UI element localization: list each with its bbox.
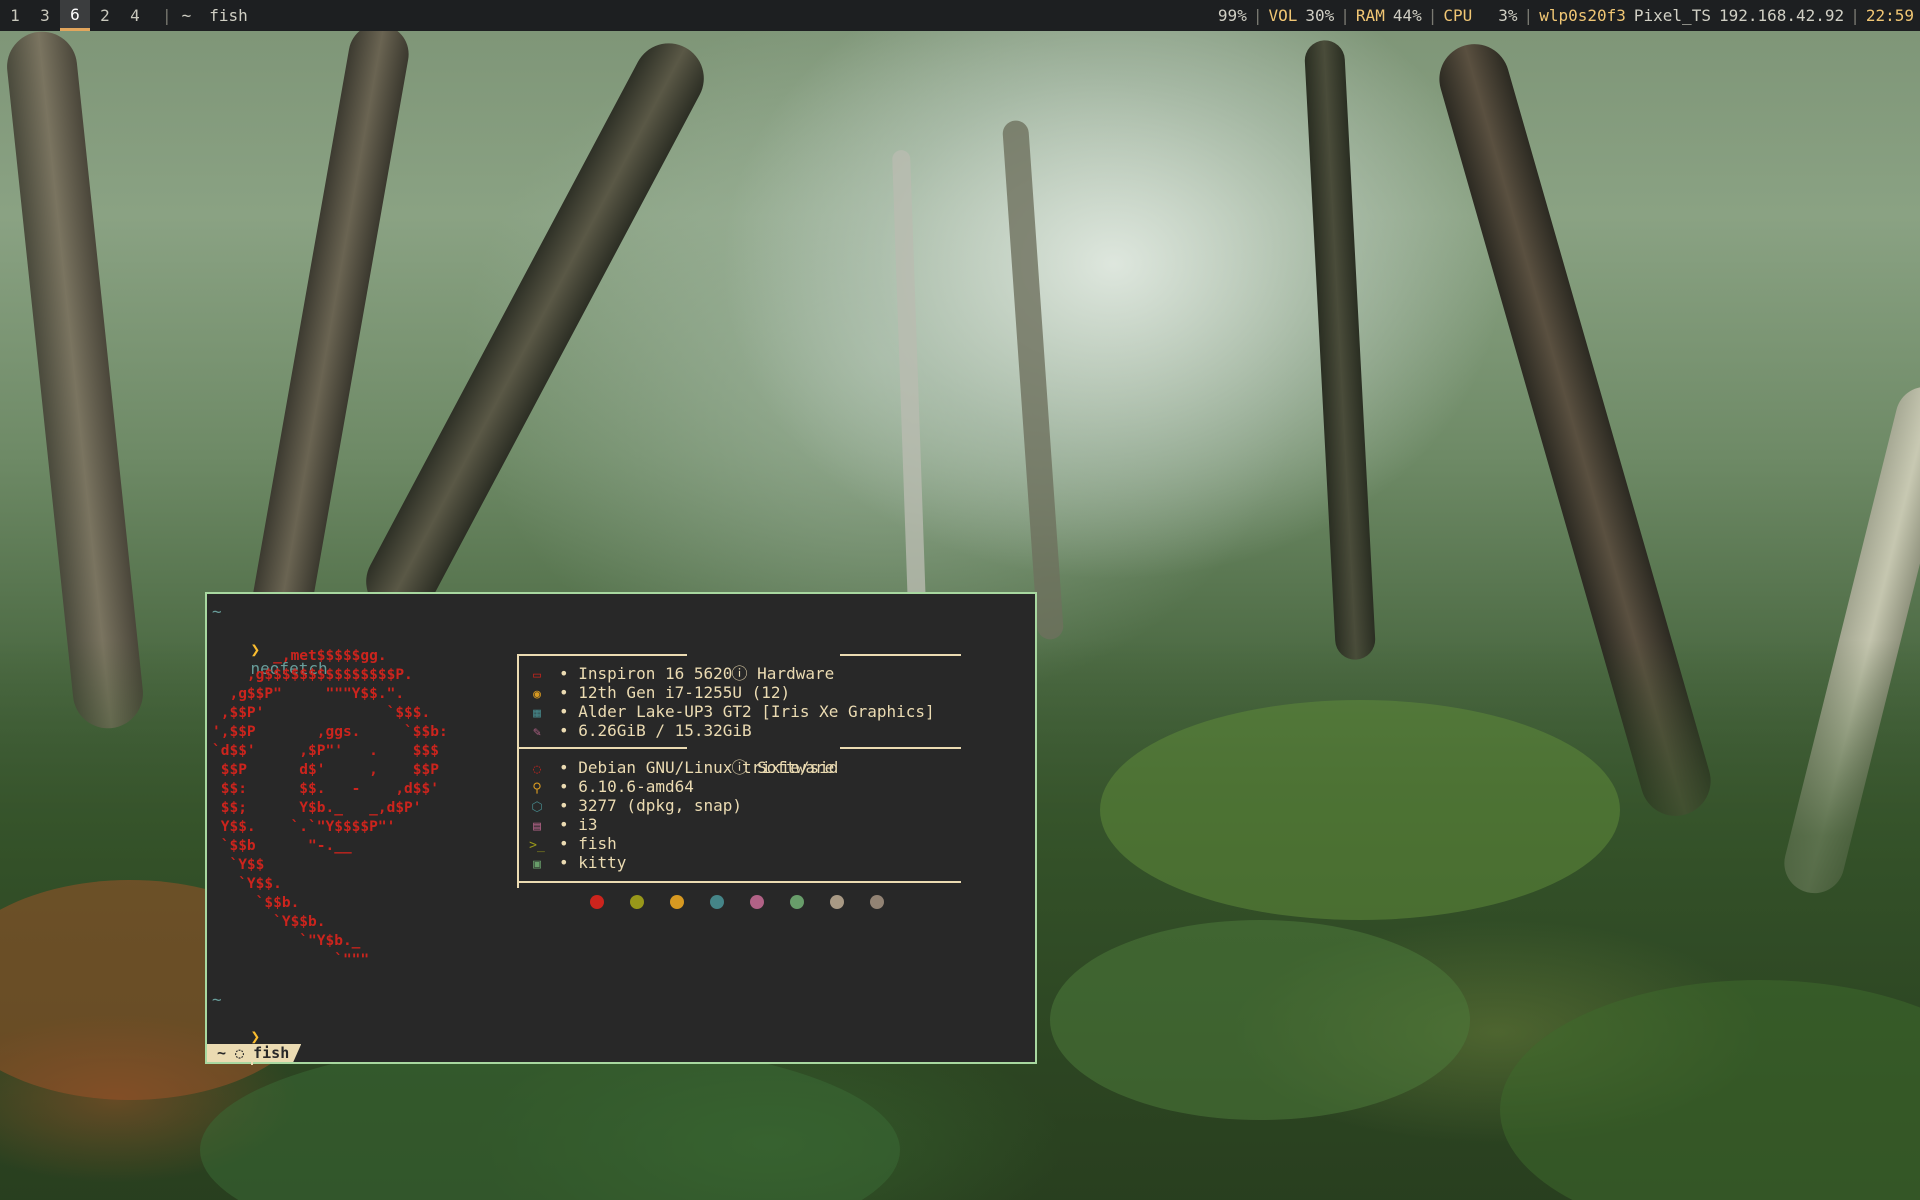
- volume-value[interactable]: 30%: [1305, 0, 1334, 31]
- palette-swatch-1: [630, 895, 644, 909]
- separator: |: [1427, 6, 1438, 25]
- network-ip: 192.168.42.92: [1718, 6, 1845, 25]
- hardware-row: ▦ • Alder Lake-UP3 GT2 [Iris Xe Graphics]: [527, 702, 935, 723]
- hardware-row: ▭ • Inspiron 16 5620: [527, 664, 732, 685]
- ram-value: 44%: [1392, 6, 1422, 25]
- bullet: •: [559, 664, 579, 683]
- hardware-row: ✎ • 6.26GiB / 15.32GiB: [527, 721, 752, 742]
- tab-fish[interactable]: ~ ◌ fish: [207, 1044, 301, 1062]
- bullet: •: [559, 777, 579, 796]
- bullet: •: [559, 683, 579, 702]
- software-row: ⬡ • 3277 (dpkg, snap): [527, 796, 742, 817]
- workspace-1-button[interactable]: 1: [0, 0, 30, 31]
- bullet: •: [559, 758, 579, 777]
- hardware-value: 12th Gen i7-1255U (12): [578, 683, 791, 702]
- software-value: 3277 (dpkg, snap): [578, 796, 743, 815]
- network-ssid: Pixel_TS: [1633, 6, 1711, 25]
- separator: |: [1252, 6, 1263, 25]
- battery-status: 99%: [1217, 6, 1247, 25]
- workspace-2-button[interactable]: 2: [90, 0, 120, 31]
- bullet: •: [559, 815, 579, 834]
- memory-icon: ✎: [533, 725, 541, 740]
- current-directory: ~: [212, 990, 222, 1009]
- color-palette: [590, 895, 884, 909]
- separator: |: [1523, 6, 1534, 25]
- bullet: •: [559, 702, 579, 721]
- separator: |: [162, 6, 172, 25]
- info-icon: ⓘ: [731, 664, 758, 683]
- prev-directory: ~: [212, 602, 222, 621]
- software-value: 6.10.6-amd64: [578, 777, 694, 796]
- hardware-value: Alder Lake-UP3 GT2 [Iris Xe Graphics]: [578, 702, 935, 721]
- bullet: •: [559, 721, 579, 740]
- bullet: •: [559, 834, 579, 853]
- terminal-icon: ▣: [533, 857, 541, 872]
- software-value: i3: [578, 815, 598, 834]
- cpu-value: 3%: [1498, 6, 1518, 25]
- ram-label: RAM: [1355, 6, 1385, 25]
- hardware-value: Inspiron 16 5620: [578, 664, 733, 683]
- terminal-window[interactable]: ~ ❯ neofetch _,met$$$$$gg. ,g$$$$$$$$$$$…: [205, 592, 1037, 1065]
- software-row: ▣ • kitty: [527, 853, 626, 874]
- window-path: ~: [181, 6, 192, 25]
- network-interface: wlp0s20f3: [1539, 6, 1626, 25]
- window-title: fish: [209, 6, 248, 25]
- workspace-3-button[interactable]: 3: [30, 0, 60, 31]
- separator: |: [1340, 6, 1350, 25]
- debian-ascii-logo: _,met$$$$$gg. ,g$$$$$$$$$$$$$$$P. ,g$$P"…: [212, 648, 448, 968]
- workspace-6-button[interactable]: 6: [60, 0, 90, 31]
- separator: |: [1850, 6, 1860, 25]
- bullet: •: [559, 796, 579, 815]
- software-value: Debian GNU/Linux trixie/sid: [578, 758, 839, 777]
- hardware-row: ◉ • 12th Gen i7-1255U (12): [527, 683, 790, 704]
- palette-swatch-3: [710, 895, 724, 909]
- status-bar: 1 3 6 2 4 | ~ fish 99% | VOL 30% | RAM 4…: [0, 0, 1920, 31]
- palette-swatch-5: [790, 895, 804, 909]
- clock[interactable]: 22:59: [1866, 0, 1914, 31]
- volume-label: VOL: [1268, 6, 1298, 25]
- palette-swatch-7: [870, 895, 884, 909]
- bullet: •: [559, 853, 579, 872]
- palette-swatch-0: [590, 895, 604, 909]
- workspace-4-button[interactable]: 4: [120, 0, 150, 31]
- software-row: ◌ • Debian GNU/Linux trixie/sid: [527, 758, 838, 779]
- software-row: >_ • fish: [527, 834, 617, 855]
- software-row: ▤ • i3: [527, 815, 598, 836]
- software-value: fish: [578, 834, 617, 853]
- palette-swatch-4: [750, 895, 764, 909]
- terminal-tab-bar: ~ ◌ fish: [207, 1044, 301, 1062]
- bottom-rule: [517, 881, 961, 883]
- software-value: kitty: [578, 853, 627, 872]
- cpu-label: CPU: [1443, 6, 1473, 25]
- hardware-value: 6.26GiB / 15.32GiB: [578, 721, 752, 740]
- palette-swatch-2: [670, 895, 684, 909]
- palette-swatch-6: [830, 895, 844, 909]
- software-row: ⚲ • 6.10.6-amd64: [527, 777, 694, 798]
